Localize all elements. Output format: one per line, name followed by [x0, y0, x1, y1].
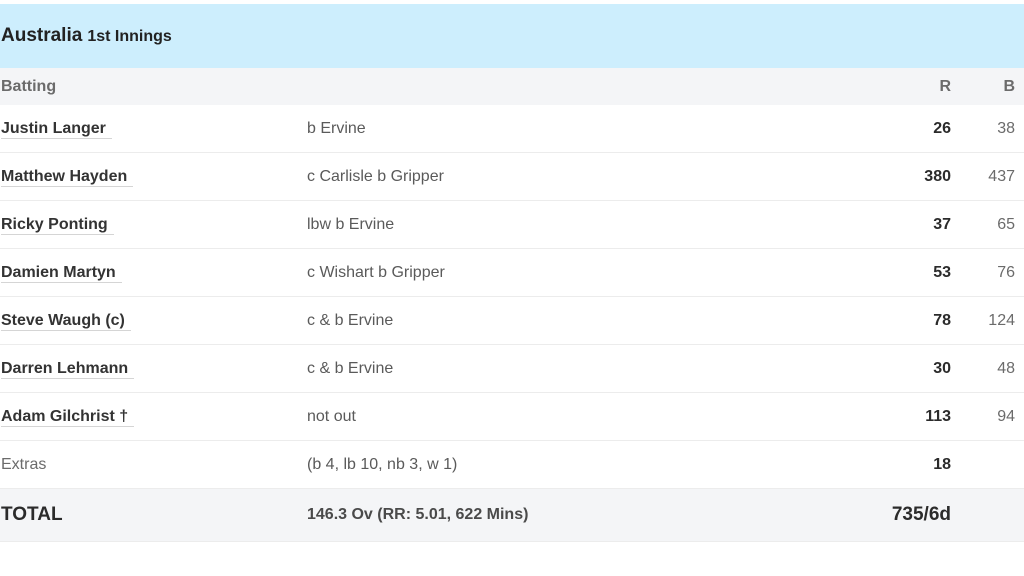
dismissal: c Carlisle b Gripper	[307, 167, 444, 185]
dismissal: c Wishart b Gripper	[307, 263, 445, 281]
player-link[interactable]: Matthew Hayden	[1, 167, 134, 187]
player-link[interactable]: Darren Lehmann	[1, 359, 135, 379]
scorecard-table: Australia 1st Innings Batting R B Justin…	[0, 4, 1024, 542]
batting-header: Batting	[1, 77, 57, 95]
player-link[interactable]: Adam Gilchrist †	[1, 407, 135, 427]
runs: 26	[933, 119, 951, 137]
total-detail: 146.3 Ov (RR: 5.01, 622 Mins)	[307, 506, 529, 523]
extras-detail: (b 4, lb 10, nb 3, w 1)	[307, 455, 458, 473]
balls: 437	[988, 167, 1015, 185]
player-link[interactable]: Ricky Ponting	[1, 215, 114, 235]
runs: 53	[933, 263, 951, 281]
dismissal: c & b Ervine	[307, 311, 394, 329]
dismissal: not out	[307, 407, 356, 425]
balls: 94	[997, 407, 1015, 425]
balls: 76	[997, 263, 1015, 281]
total-score: 735/6d	[891, 504, 951, 525]
total-row: TOTAL 146.3 Ov (RR: 5.01, 622 Mins) 735/…	[0, 489, 1024, 542]
player-link[interactable]: Steve Waugh (c)	[1, 311, 131, 331]
extras-row: Extras (b 4, lb 10, nb 3, w 1) 18	[0, 441, 1024, 489]
extras-label: Extras	[1, 455, 47, 473]
batter-row: Damien Martyn c Wishart b Gripper 53 76	[0, 249, 1024, 297]
extras-runs: 18	[933, 455, 951, 473]
dismissal: lbw b Ervine	[307, 215, 395, 233]
total-label: TOTAL	[1, 504, 63, 525]
innings-label: 1st Innings	[87, 28, 172, 45]
batting-column-header: Batting R B	[0, 68, 1024, 105]
player-link[interactable]: Justin Langer	[1, 119, 112, 139]
runs: 113	[925, 407, 951, 425]
dismissal: c & b Ervine	[307, 359, 394, 377]
runs: 78	[933, 311, 951, 329]
batter-row: Ricky Ponting lbw b Ervine 37 65	[0, 201, 1024, 249]
player-link[interactable]: Damien Martyn	[1, 263, 122, 283]
dismissal: b Ervine	[307, 119, 366, 137]
balls-header: B	[1003, 77, 1015, 95]
balls: 65	[997, 215, 1015, 233]
balls: 38	[997, 119, 1015, 137]
runs: 380	[924, 167, 951, 185]
balls: 124	[988, 311, 1015, 329]
runs: 30	[933, 359, 951, 377]
batter-row: Adam Gilchrist † not out 113 94	[0, 393, 1024, 441]
innings-header: Australia 1st Innings	[0, 4, 1024, 68]
batter-row: Steve Waugh (c) c & b Ervine 78 124	[0, 297, 1024, 345]
batter-row: Matthew Hayden c Carlisle b Gripper 380 …	[0, 153, 1024, 201]
runs: 37	[933, 215, 951, 233]
balls: 48	[997, 359, 1015, 377]
innings-team: Australia	[1, 25, 83, 46]
runs-header: R	[939, 77, 951, 95]
batter-row: Darren Lehmann c & b Ervine 30 48	[0, 345, 1024, 393]
batter-row: Justin Langer b Ervine 26 38	[0, 105, 1024, 153]
